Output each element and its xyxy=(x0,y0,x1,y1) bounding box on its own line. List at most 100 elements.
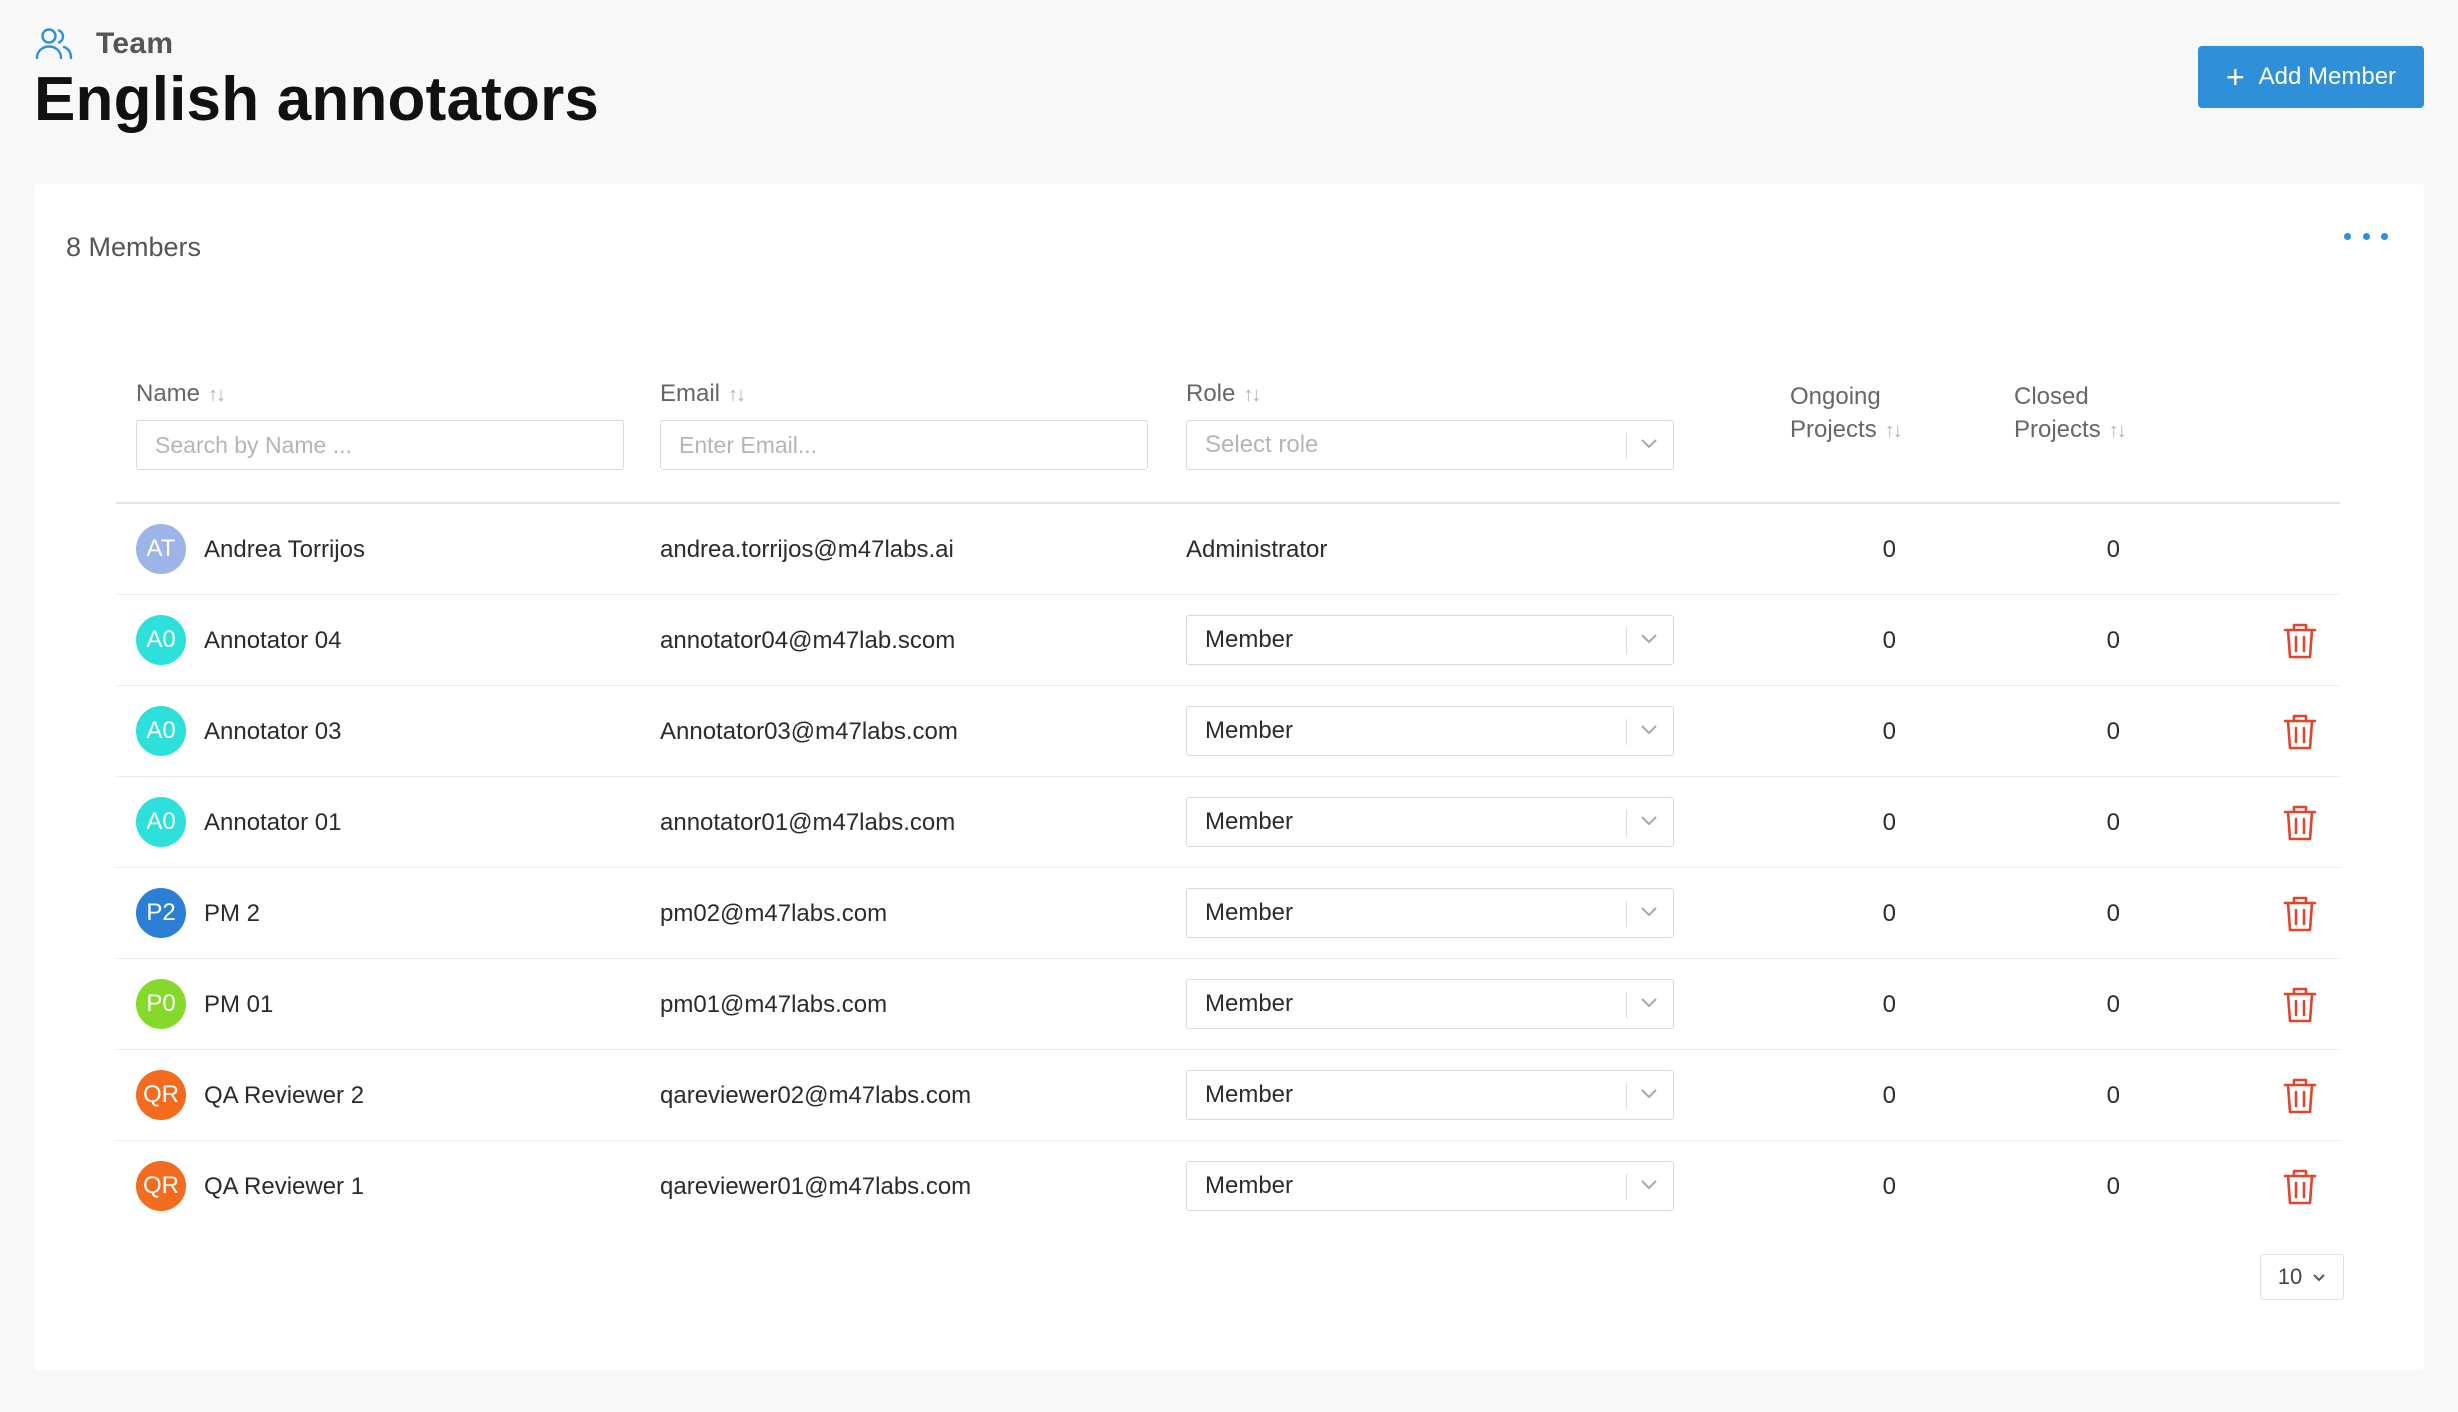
add-member-label: Add Member xyxy=(2258,63,2397,90)
role-select[interactable]: Member xyxy=(1186,979,1674,1029)
role-select[interactable]: Member xyxy=(1186,1161,1674,1211)
role-select[interactable]: Member xyxy=(1186,615,1674,665)
trash-icon[interactable] xyxy=(2282,894,2318,934)
ongoing-projects-count: 0 xyxy=(1882,535,1896,563)
add-member-button[interactable]: + Add Member xyxy=(2198,46,2424,108)
plus-icon: + xyxy=(2225,59,2245,95)
members-count: 8 Members xyxy=(66,232,202,262)
table-row: A0 Annotator 04 annotator04@m47lab.scom … xyxy=(116,595,2340,686)
trash-icon[interactable] xyxy=(2282,1076,2318,1116)
ongoing-projects-count: 0 xyxy=(1882,717,1896,745)
member-email: Annotator03@m47labs.com xyxy=(660,717,958,745)
chevron-down-icon xyxy=(2313,1274,2325,1282)
table-row: P2 PM 2 pm02@m47labs.com Member 0 0 xyxy=(116,868,2340,959)
ongoing-projects-count: 0 xyxy=(1882,808,1896,836)
trash-icon[interactable] xyxy=(2282,712,2318,752)
closed-projects-count: 0 xyxy=(2106,1172,2120,1200)
table-row: A0 Annotator 01 annotator01@m47labs.com … xyxy=(116,777,2340,868)
more-options-icon[interactable] xyxy=(2344,224,2388,248)
trash-icon[interactable] xyxy=(2282,803,2318,843)
chevron-down-icon xyxy=(1641,725,1657,735)
chevron-down-icon xyxy=(1641,907,1657,917)
table-row: QR QA Reviewer 2 qareviewer02@m47labs.co… xyxy=(116,1050,2340,1141)
member-email: pm02@m47labs.com xyxy=(660,899,888,927)
page-title: English annotators xyxy=(34,65,600,134)
table-row: QR QA Reviewer 1 qareviewer01@m47labs.co… xyxy=(116,1141,2340,1232)
team-icon xyxy=(35,28,73,60)
members-card: 8 Members Name↑↓ Email↑↓ Role↑↓ Select r… xyxy=(34,184,2424,1370)
ongoing-projects-count: 0 xyxy=(1882,1081,1896,1109)
chevron-down-icon xyxy=(1641,998,1657,1008)
ongoing-projects-count: 0 xyxy=(1882,626,1896,654)
avatar: P2 xyxy=(136,888,186,938)
chevron-down-icon xyxy=(1641,439,1657,449)
member-name: QA Reviewer 2 xyxy=(204,1081,365,1109)
role-select[interactable]: Member xyxy=(1186,706,1674,756)
page-header: Team English annotators + Add Member xyxy=(34,24,2424,144)
column-header-ongoing-projects[interactable]: Ongoing Projects ↑↓ xyxy=(1790,380,1903,448)
closed-projects-count: 0 xyxy=(2106,899,2120,927)
sort-icon[interactable]: ↑↓ xyxy=(1243,384,1261,406)
trash-icon[interactable] xyxy=(2282,621,2318,661)
member-name: PM 01 xyxy=(204,990,274,1018)
table-header: Name↑↓ Email↑↓ Role↑↓ Select role Ongoin… xyxy=(116,380,2340,504)
sort-icon[interactable]: ↑↓ xyxy=(208,384,226,406)
role-select[interactable]: Member xyxy=(1186,1070,1674,1120)
role-text: Administrator xyxy=(1186,535,1328,563)
member-name: Annotator 01 xyxy=(204,808,342,836)
role-select[interactable]: Member xyxy=(1186,888,1674,938)
avatar: QR xyxy=(136,1070,186,1120)
sort-icon[interactable]: ↑↓ xyxy=(2109,420,2127,442)
closed-projects-count: 0 xyxy=(2106,717,2120,745)
chevron-down-icon xyxy=(1641,1089,1657,1099)
sort-icon[interactable]: ↑↓ xyxy=(728,384,746,406)
member-name: PM 2 xyxy=(204,899,261,927)
closed-projects-count: 0 xyxy=(2106,990,2120,1018)
chevron-down-icon xyxy=(1641,1180,1657,1190)
avatar: P0 xyxy=(136,979,186,1029)
table-body: AT Andrea Torrijos andrea.torrijos@m47la… xyxy=(116,504,2340,1232)
trash-icon[interactable] xyxy=(2282,1167,2318,1207)
closed-projects-count: 0 xyxy=(2106,808,2120,836)
role-filter-select[interactable]: Select role xyxy=(1186,420,1674,470)
member-email: qareviewer02@m47labs.com xyxy=(660,1081,972,1109)
column-header-name[interactable]: Name ↑↓ xyxy=(136,380,226,408)
avatar: QR xyxy=(136,1161,186,1211)
role-select[interactable]: Member xyxy=(1186,797,1674,847)
table-row: A0 Annotator 03 Annotator03@m47labs.com … xyxy=(116,686,2340,777)
member-name: Annotator 04 xyxy=(204,626,342,654)
member-email: annotator01@m47labs.com xyxy=(660,808,956,836)
closed-projects-count: 0 xyxy=(2106,626,2120,654)
breadcrumb-team[interactable]: Team xyxy=(96,27,173,61)
member-name: Andrea Torrijos xyxy=(204,535,365,563)
ongoing-projects-count: 0 xyxy=(1882,990,1896,1018)
avatar: A0 xyxy=(136,615,186,665)
table-row: P0 PM 01 pm01@m47labs.com Member 0 0 xyxy=(116,959,2340,1050)
member-email: andrea.torrijos@m47labs.ai xyxy=(660,535,954,563)
email-search-input[interactable] xyxy=(660,420,1148,470)
avatar: A0 xyxy=(136,706,186,756)
members-table: Name↑↓ Email↑↓ Role↑↓ Select role Ongoin… xyxy=(116,380,2340,1232)
page-size-select[interactable]: 10 xyxy=(2260,1254,2344,1300)
member-email: annotator04@m47lab.scom xyxy=(660,626,956,654)
member-email: qareviewer01@m47labs.com xyxy=(660,1172,972,1200)
closed-projects-count: 0 xyxy=(2106,535,2120,563)
member-email: pm01@m47labs.com xyxy=(660,990,888,1018)
trash-icon[interactable] xyxy=(2282,985,2318,1025)
member-name: Annotator 03 xyxy=(204,717,342,745)
avatar: A0 xyxy=(136,797,186,847)
name-search-input[interactable] xyxy=(136,420,624,470)
chevron-down-icon xyxy=(1641,816,1657,826)
column-header-closed-projects[interactable]: Closed Projects ↑↓ xyxy=(2014,380,2127,448)
breadcrumb: Team xyxy=(34,24,173,64)
column-header-role[interactable]: Role ↑↓ xyxy=(1186,380,1261,408)
column-header-email[interactable]: Email ↑↓ xyxy=(660,380,746,408)
sort-icon[interactable]: ↑↓ xyxy=(1885,420,1903,442)
table-row: AT Andrea Torrijos andrea.torrijos@m47la… xyxy=(116,504,2340,595)
chevron-down-icon xyxy=(1641,634,1657,644)
closed-projects-count: 0 xyxy=(2106,1081,2120,1109)
avatar: AT xyxy=(136,524,186,574)
ongoing-projects-count: 0 xyxy=(1882,899,1896,927)
member-name: QA Reviewer 1 xyxy=(204,1172,365,1200)
ongoing-projects-count: 0 xyxy=(1882,1172,1896,1200)
